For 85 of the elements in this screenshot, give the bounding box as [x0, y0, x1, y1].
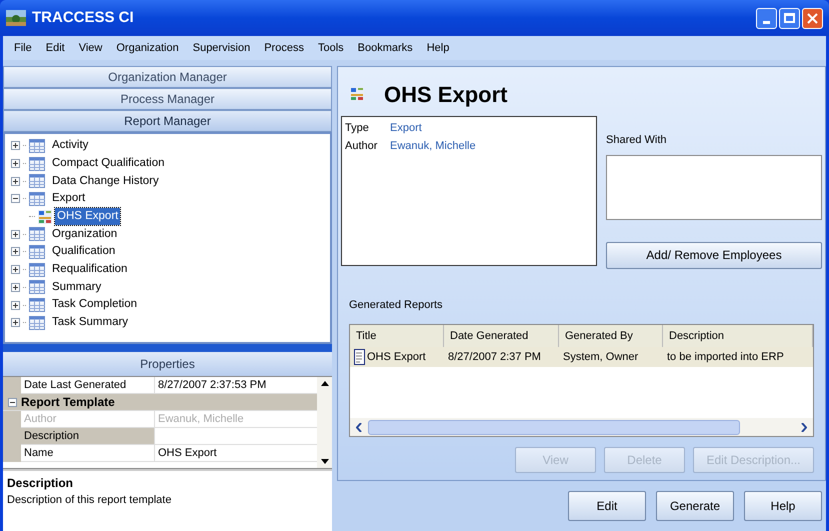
properties-header: Properties	[3, 352, 332, 376]
table-icon	[29, 298, 45, 312]
minimize-button[interactable]	[756, 8, 777, 28]
tree-item[interactable]: Task Completion	[50, 296, 140, 314]
info-value: Ewanuk, Michelle	[390, 138, 476, 154]
property-name[interactable]: Description	[21, 428, 155, 445]
tree-item[interactable]: Qualification	[50, 243, 118, 261]
scroll-down-icon[interactable]	[320, 459, 328, 464]
help-title: Description	[7, 475, 74, 492]
tree-item[interactable]: Summary	[50, 278, 104, 296]
shared-with-list[interactable]	[606, 154, 822, 220]
table-icon	[29, 244, 45, 259]
info-label: Author	[345, 138, 378, 154]
menu-item[interactable]: Edit	[38, 40, 72, 56]
tree-item[interactable]: Activity	[50, 137, 90, 154]
property-value[interactable]: OHS Export	[155, 445, 317, 462]
table-cell-text: OHS Export	[367, 350, 426, 365]
footer-button[interactable]: Help	[744, 491, 822, 521]
table-icon	[29, 174, 45, 188]
expand-icon[interactable]	[11, 300, 20, 310]
property-name[interactable]: Name	[21, 445, 155, 462]
tree-item[interactable]: OHS Export	[55, 208, 120, 226]
expand-icon[interactable]	[11, 247, 20, 256]
expand-icon[interactable]	[11, 141, 20, 150]
manager-tab[interactable]: Report Manager	[3, 110, 332, 132]
scroll-right-icon[interactable]	[801, 422, 807, 432]
expand-icon[interactable]	[11, 282, 20, 292]
manager-tab[interactable]: Process Manager	[3, 88, 332, 110]
expand-icon[interactable]	[11, 230, 20, 239]
expand-icon[interactable]	[11, 159, 20, 168]
table-icon	[29, 192, 45, 206]
menu-item[interactable]: View	[72, 40, 110, 56]
footer-button[interactable]: Edit	[568, 491, 646, 521]
menu-item[interactable]: File	[7, 40, 39, 56]
menu-item[interactable]: Bookmarks	[350, 40, 420, 56]
tree-item[interactable]: Task Summary	[50, 314, 130, 332]
horizontal-scrollbar[interactable]	[350, 418, 813, 436]
tree-item[interactable]: Requalification	[50, 261, 130, 278]
table-cell-text: System, Owner	[563, 350, 638, 365]
collapse-icon[interactable]	[8, 398, 16, 406]
menu-item[interactable]: Help	[420, 40, 456, 56]
add-remove-button[interactable]: Add/ Remove Employees	[606, 242, 822, 268]
manager-tab[interactable]: Organization Manager	[3, 66, 332, 88]
shared-with-label: Shared With	[606, 133, 668, 148]
document-icon	[354, 349, 365, 365]
menu-item[interactable]: Supervision	[186, 40, 258, 56]
scroll-up-icon[interactable]	[320, 381, 328, 386]
menu-item[interactable]: Tools	[310, 40, 351, 56]
maximize-button[interactable]	[779, 8, 800, 28]
scroll-left-icon[interactable]	[356, 422, 362, 432]
table-icon	[29, 156, 45, 171]
table-icon	[29, 280, 45, 294]
table-icon	[29, 262, 45, 277]
collapse-icon[interactable]	[11, 194, 20, 204]
expand-icon[interactable]	[11, 265, 20, 274]
app-icon	[6, 10, 26, 26]
close-icon	[807, 12, 818, 24]
report-icon	[350, 87, 364, 101]
tree-item[interactable]: Data Change History	[50, 172, 161, 190]
table-cell-text: to be imported into ERP	[667, 350, 784, 365]
property-name[interactable]: Date Last Generated	[21, 377, 155, 394]
tree-item[interactable]: Compact Qualification	[50, 154, 166, 172]
tree-item[interactable]: Organization	[50, 226, 120, 243]
table-row[interactable]: OHS Export 8/27/2007 2:37 PM System, Owner to be imported into ERP	[350, 347, 813, 367]
window-title: TRACCESS CI	[32, 8, 135, 28]
table-icon	[29, 316, 45, 330]
menu-item[interactable]: Process	[257, 40, 311, 56]
property-value[interactable]: 8/27/2007 2:37:53 PM	[155, 377, 317, 394]
scrollbar[interactable]	[317, 377, 332, 468]
expand-icon[interactable]	[11, 318, 20, 328]
expand-icon[interactable]	[11, 176, 20, 186]
help-text: Description of this report template	[7, 493, 172, 508]
table-cell-text: 8/27/2007 2:37 PM	[448, 350, 541, 365]
close-button[interactable]	[802, 8, 823, 28]
table-icon	[29, 138, 45, 153]
report-icon	[38, 210, 52, 224]
category-label: Report Template	[21, 394, 115, 411]
info-label: Type	[345, 121, 370, 136]
tree-item[interactable]: Export	[50, 190, 88, 208]
table-icon	[29, 227, 45, 242]
report-title: OHS Export	[384, 80, 508, 109]
generated-reports-label: Generated Reports	[349, 298, 444, 312]
info-value: Export	[390, 121, 422, 136]
footer-button[interactable]: Generate	[656, 491, 734, 521]
menu-item[interactable]: Organization	[109, 40, 186, 56]
